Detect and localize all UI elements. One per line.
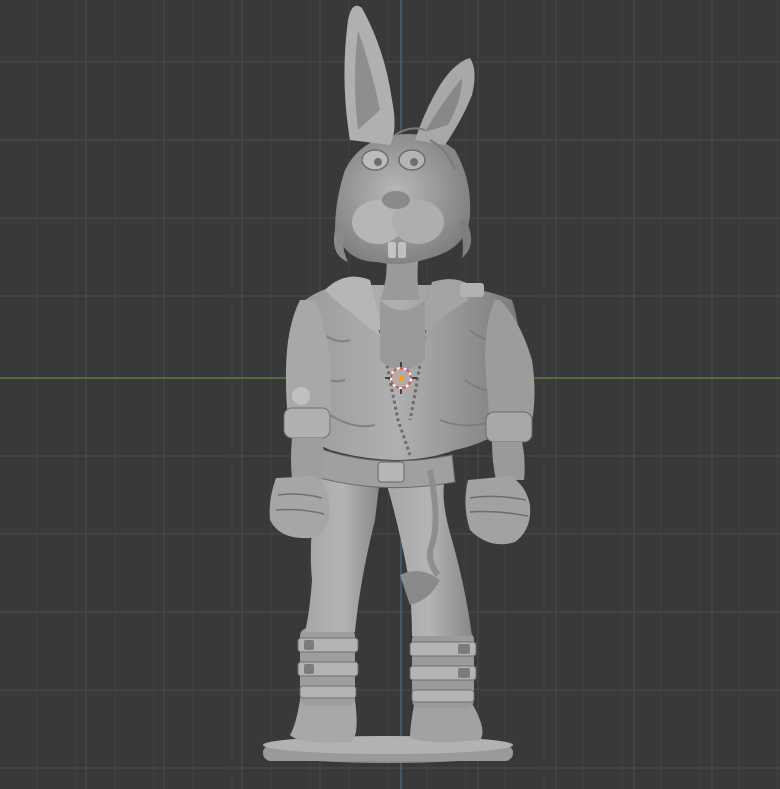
left-cuff [283, 407, 331, 439]
rabbit-nose [382, 191, 410, 209]
left-fist [269, 476, 330, 539]
right-fist [465, 476, 531, 545]
left-boot [290, 700, 357, 743]
3d-viewport[interactable] [0, 0, 780, 789]
right-cuff [485, 411, 533, 443]
